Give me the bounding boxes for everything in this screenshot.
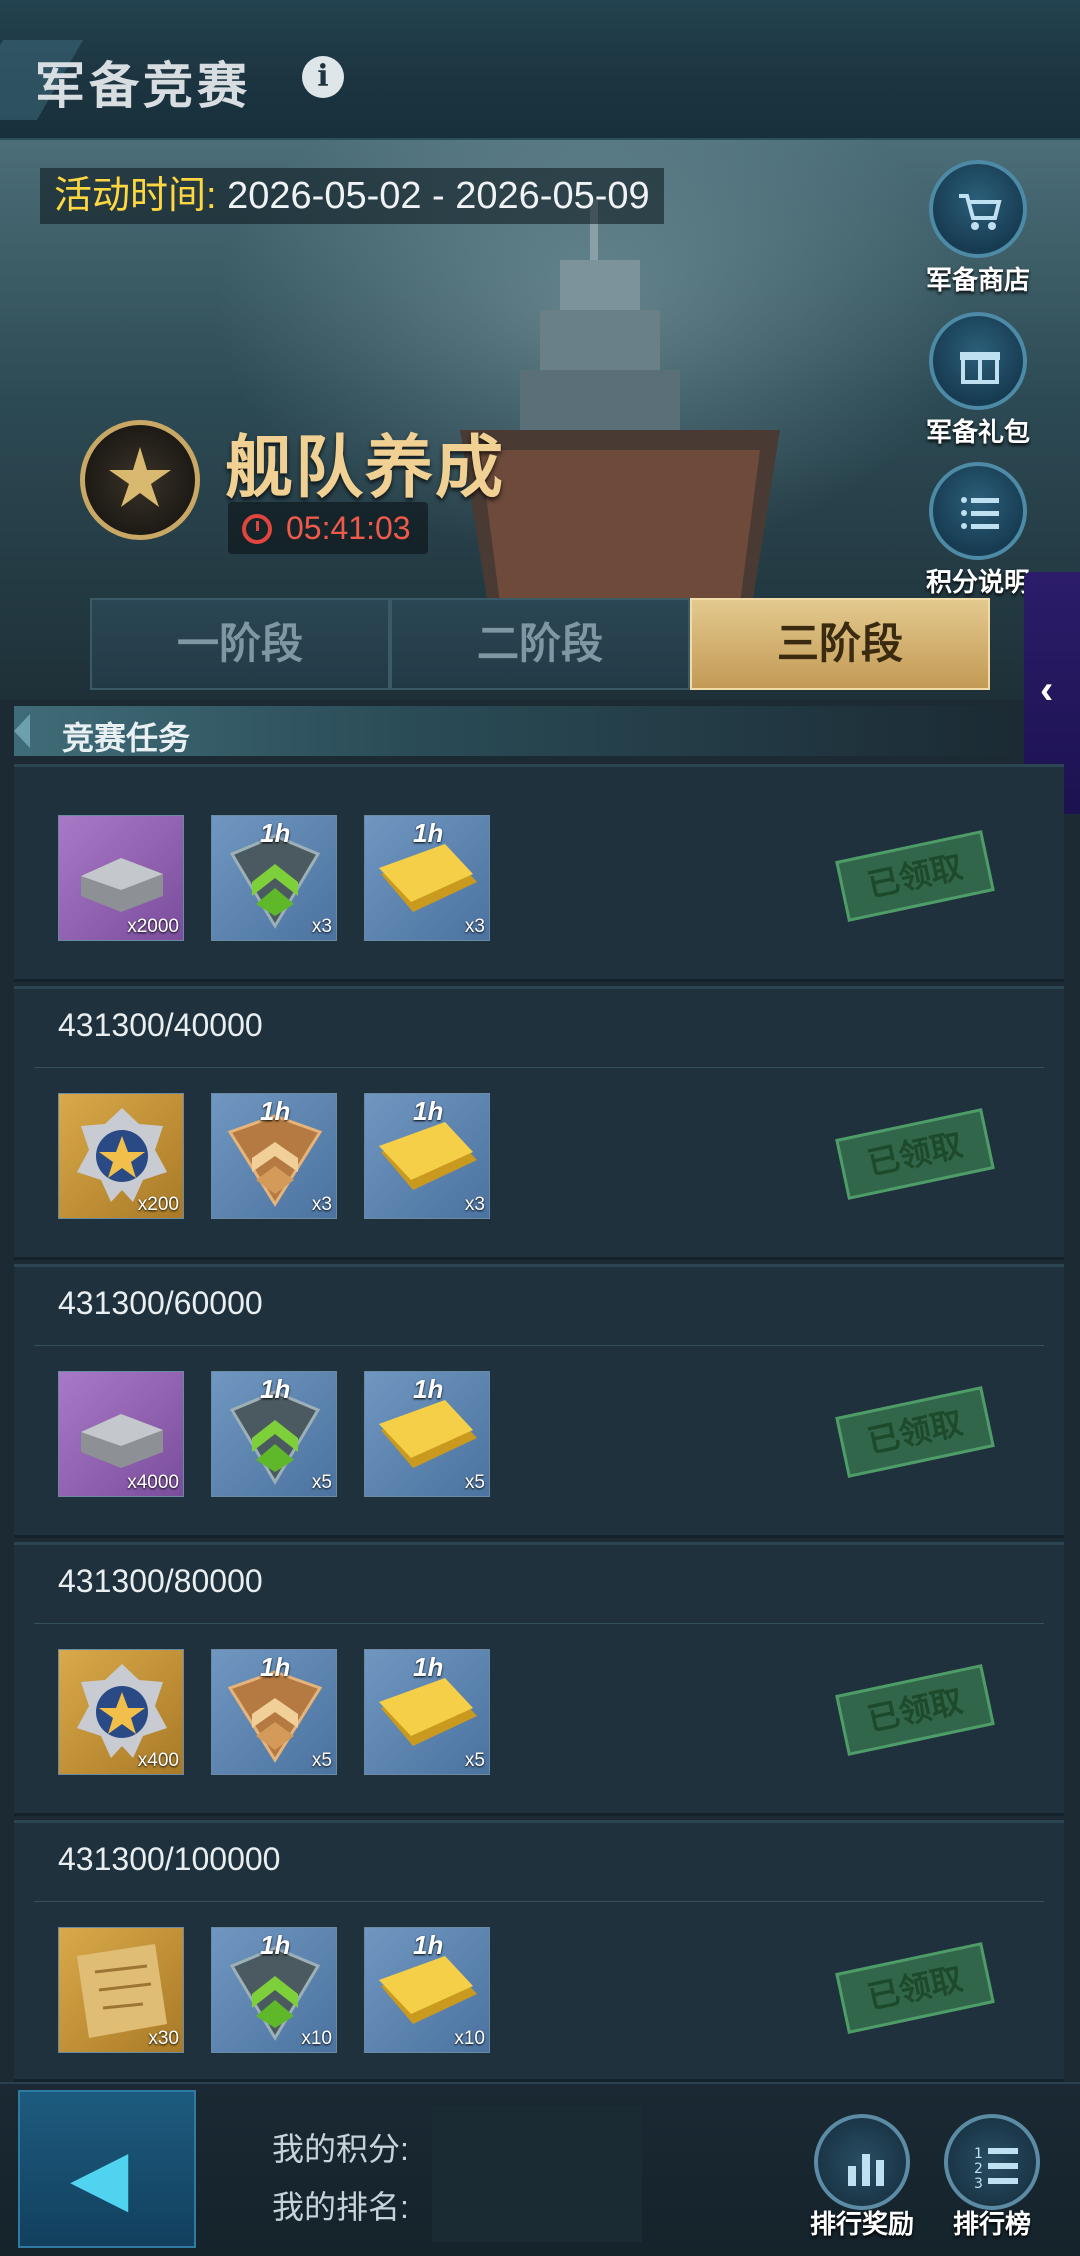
page-title: 军备竞赛	[35, 58, 251, 114]
card-divider	[34, 1067, 1044, 1068]
back-button[interactable]: ◀	[18, 2090, 196, 2248]
event-name: 舰队养成	[225, 430, 506, 506]
task-card: 431300/100000 x30 1h x10 1h x10 已领取	[14, 1820, 1064, 2082]
green-speedup-icon[interactable]: 1h x3	[211, 815, 337, 941]
gold-speedup-icon[interactable]: 1h x10	[364, 1927, 490, 2053]
rank-rewards-button[interactable]: 排行奖励	[792, 2114, 932, 2241]
countdown: 05:41:03	[228, 502, 428, 554]
task-card: x2000 1h x3 1h x3 已领取	[14, 764, 1064, 982]
list-icon	[929, 462, 1027, 560]
tab-stage-3[interactable]: 三阶段	[690, 598, 990, 690]
speedup-duration-tag: 1h	[413, 1930, 444, 1960]
reward-quantity: x2000	[127, 916, 179, 937]
claimed-stamp: 已领取	[835, 830, 995, 922]
reward-quantity: x5	[464, 1750, 485, 1771]
svg-text:1: 1	[974, 2146, 983, 2162]
section-header: 竞赛任务	[14, 706, 1024, 756]
gold-speedup-icon[interactable]: 1h x5	[364, 1371, 490, 1497]
gold-speedup-icon[interactable]: 1h x3	[364, 815, 490, 941]
tab-stage-1[interactable]: 一阶段	[90, 598, 390, 690]
armament-gift-button[interactable]: 军备礼包	[918, 312, 1038, 449]
speedup-duration-tag: 1h	[413, 1374, 444, 1404]
rank-rewards-icon	[814, 2114, 910, 2210]
task-progress: 431300/60000	[58, 1285, 263, 1321]
reward-quantity: x5	[311, 1750, 332, 1771]
reward-quantity: x3	[464, 1194, 485, 1215]
leaderboard-icon: 123	[944, 2114, 1040, 2210]
reward-quantity: x10	[301, 2028, 332, 2049]
reward-quantity: x4000	[127, 1472, 179, 1493]
svg-text:3: 3	[974, 2176, 983, 2192]
task-card: 431300/40000 x200 1h x3 1h x3 已领取	[14, 986, 1064, 1260]
speedup-duration-tag: 1h	[413, 818, 444, 848]
claimed-stamp: 已领取	[835, 1108, 995, 1200]
claimed-stamp: 已领取	[835, 1942, 995, 2034]
bronze-speedup-icon[interactable]: 1h x5	[211, 1649, 337, 1775]
fleet-emblem-icon	[80, 420, 200, 540]
countdown-value: 05:41:03	[286, 510, 411, 546]
iron-ingot-icon[interactable]: x2000	[58, 815, 184, 941]
speedup-duration-tag: 1h	[260, 1374, 291, 1404]
speedup-duration-tag: 1h	[260, 818, 291, 848]
reward-quantity: x200	[137, 1194, 179, 1215]
iron-ingot-icon[interactable]: x4000	[58, 1371, 184, 1497]
speedup-duration-tag: 1h	[413, 1096, 444, 1126]
task-progress: 431300/80000	[58, 1563, 263, 1599]
gold-speedup-icon[interactable]: 1h x5	[364, 1649, 490, 1775]
reward-quantity: x3	[311, 1194, 332, 1215]
task-progress: 431300/100000	[58, 1841, 281, 1877]
star-medal-icon[interactable]: x400	[58, 1649, 184, 1775]
leaderboard-button[interactable]: 123 排行榜	[922, 2114, 1062, 2241]
bronze-speedup-icon[interactable]: 1h x3	[211, 1093, 337, 1219]
reward-quantity: x3	[311, 916, 332, 937]
reward-quantity: x30	[148, 2028, 179, 2049]
card-divider	[34, 1901, 1044, 1902]
green-speedup-icon[interactable]: 1h x10	[211, 1927, 337, 2053]
card-divider	[34, 1345, 1044, 1346]
speedup-duration-tag: 1h	[260, 1652, 291, 1682]
claimed-stamp: 已领取	[835, 1664, 995, 1756]
task-card: 431300/60000 x4000 1h x5 1h x5 已领取	[14, 1264, 1064, 1538]
speedup-duration-tag: 1h	[413, 1652, 444, 1682]
task-card: 431300/80000 x400 1h x5 1h x5 已领取	[14, 1542, 1064, 1816]
gift-icon	[929, 312, 1027, 410]
blueprint-icon[interactable]: x30	[58, 1927, 184, 2053]
top-header: 军备竞赛 i	[0, 0, 1080, 140]
chevron-left-icon: ‹	[1040, 668, 1054, 712]
points-info-button[interactable]: 积分说明	[918, 462, 1038, 599]
arrow-left-icon: ◀	[70, 2135, 129, 2220]
my-rank-label: 我的排名:	[272, 2189, 409, 2225]
my-score-label: 我的积分:	[272, 2131, 409, 2167]
score-value-box	[432, 2106, 642, 2242]
reward-quantity: x5	[311, 1472, 332, 1493]
claimed-stamp: 已领取	[835, 1386, 995, 1478]
speedup-duration-tag: 1h	[260, 1096, 291, 1126]
event-time-value: 2026-05-02 - 2026-05-09	[227, 175, 650, 217]
speedup-duration-tag: 1h	[260, 1930, 291, 1960]
points-info-label: 积分说明	[925, 567, 1030, 597]
armament-shop-label: 军备商店	[925, 265, 1030, 295]
cart-icon	[929, 160, 1027, 258]
star-medal-icon[interactable]: x200	[58, 1093, 184, 1219]
reward-quantity: x5	[464, 1472, 485, 1493]
reward-quantity: x10	[454, 2028, 485, 2049]
event-time-label: 活动时间:	[54, 175, 217, 217]
stage-tabs: 一阶段 二阶段 三阶段	[90, 598, 990, 690]
green-speedup-icon[interactable]: 1h x5	[211, 1371, 337, 1497]
card-divider	[34, 1623, 1044, 1624]
clock-icon	[242, 514, 272, 544]
reward-quantity: x400	[137, 1750, 179, 1771]
tab-stage-2[interactable]: 二阶段	[390, 598, 690, 690]
task-progress: 431300/40000	[58, 1007, 263, 1043]
reward-quantity: x3	[464, 916, 485, 937]
event-time: 活动时间: 2026-05-02 - 2026-05-09	[40, 168, 664, 224]
armament-shop-button[interactable]: 军备商店	[918, 160, 1038, 297]
gold-speedup-icon[interactable]: 1h x3	[364, 1093, 490, 1219]
armament-gift-label: 军备礼包	[925, 417, 1030, 447]
bottom-bar: ◀ 我的积分: 我的排名: 排行奖励 123 排行榜	[0, 2082, 1080, 2256]
svg-text:2: 2	[974, 2161, 983, 2177]
section-title: 竞赛任务	[62, 720, 191, 756]
info-icon[interactable]: i	[302, 56, 344, 98]
